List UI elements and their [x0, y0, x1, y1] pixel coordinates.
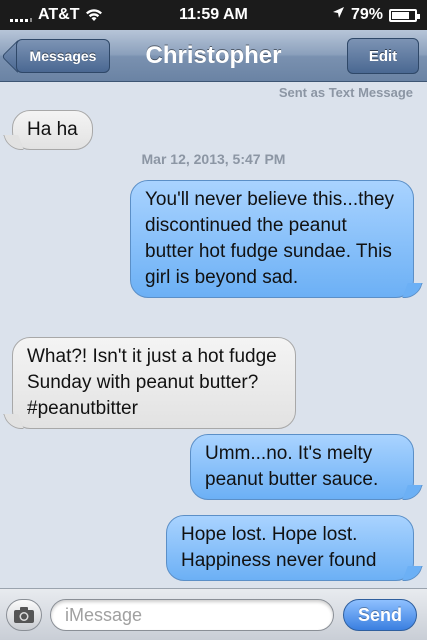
camera-button[interactable] [6, 599, 42, 631]
message-bubble-outgoing[interactable]: Hope lost. Hope lost. Happiness never fo… [166, 515, 414, 581]
conversation-view[interactable]: Sent as Text Message Ha ha Mar 12, 2013,… [0, 83, 427, 588]
battery-icon [389, 8, 420, 22]
status-left: AT&T [10, 6, 103, 24]
send-button[interactable]: Send [343, 599, 417, 631]
message-timestamp: Mar 12, 2013, 5:47 PM [141, 151, 286, 167]
edit-button[interactable]: Edit [347, 38, 419, 74]
message-bubble-incoming[interactable]: Ha ha [12, 110, 93, 150]
message-bubble-outgoing[interactable]: Umm...no. It's melty peanut butter sauce… [190, 434, 414, 500]
message-bubble-outgoing[interactable]: You'll never believe this...they discont… [130, 180, 414, 298]
nav-bar: Christopher Messages Edit [0, 30, 427, 82]
wifi-icon [85, 8, 103, 22]
messages-back-button[interactable]: Messages [16, 39, 110, 73]
camera-icon [14, 607, 34, 623]
compose-bar: Send [0, 588, 427, 640]
signal-icon [10, 8, 32, 22]
message-bubble-incoming[interactable]: What?! Isn't it just a hot fudge Sunday … [12, 337, 296, 429]
battery-fill [392, 11, 410, 19]
location-icon [332, 6, 345, 24]
status-time: 11:59 AM [179, 6, 248, 23]
status-right: 79% [332, 6, 420, 24]
battery-percent: 79% [350, 6, 383, 23]
carrier-name: AT&T [38, 6, 80, 23]
status-bar: AT&T 11:59 AM 79% [0, 0, 427, 30]
imessage-input[interactable] [50, 599, 334, 631]
sent-as-text-note: Sent as Text Message [278, 85, 413, 100]
